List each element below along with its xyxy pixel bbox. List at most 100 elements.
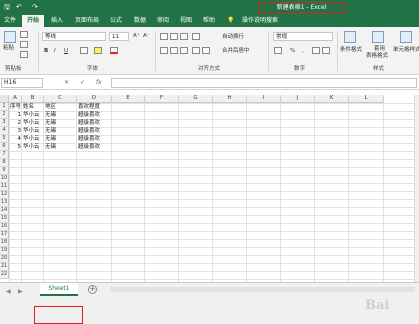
align-bottom-icon[interactable] — [180, 33, 188, 40]
sheet-tab-sheet1[interactable]: Sheet1 — [40, 283, 78, 296]
redo-icon[interactable]: ↷ — [32, 2, 38, 12]
cell-d6[interactable]: 超级喜欢 — [77, 143, 112, 151]
font-grow-icon[interactable]: A⁺ — [133, 32, 140, 40]
fill-color-icon[interactable] — [94, 47, 102, 54]
font-color-icon[interactable] — [110, 47, 118, 54]
cell-a6[interactable]: 5 — [9, 143, 22, 151]
column-header-k[interactable]: K — [315, 95, 349, 103]
cell-c3[interactable]: 无锡 — [44, 119, 77, 127]
copy-icon[interactable] — [20, 41, 28, 48]
border-icon[interactable] — [80, 47, 88, 54]
orientation-icon[interactable] — [192, 33, 200, 40]
cell-b2[interactable]: 华小云 — [22, 111, 44, 119]
cell-d2[interactable]: 超级喜欢 — [77, 111, 112, 119]
row-header-17[interactable]: 17 — [0, 231, 9, 239]
tab-page-layout[interactable]: 页面布局 — [70, 15, 104, 27]
cell-d4[interactable]: 超级喜欢 — [77, 127, 112, 135]
conditional-format-button[interactable]: 条件格式 — [340, 46, 362, 54]
horizontal-scrollbar[interactable] — [110, 287, 415, 292]
row-header-6[interactable]: 6 — [0, 143, 9, 151]
format-as-table-button-line2[interactable]: 表格格式 — [366, 52, 388, 60]
vertical-scrollbar[interactable] — [414, 95, 419, 282]
tab-home[interactable]: 开始 — [22, 15, 44, 27]
row-header-13[interactable]: 13 — [0, 199, 9, 207]
row-header-19[interactable]: 19 — [0, 247, 9, 255]
paste-icon[interactable] — [4, 31, 16, 43]
tab-insert[interactable]: 插入 — [47, 15, 67, 27]
column-header-g[interactable]: G — [179, 95, 213, 103]
next-sheet-icon[interactable]: ▶ — [18, 288, 23, 295]
cell-a4[interactable]: 3 — [9, 127, 22, 135]
column-header-d[interactable]: D — [77, 95, 112, 103]
wrap-text-button[interactable]: 自动换行 — [222, 33, 244, 41]
comma-button[interactable]: , — [302, 47, 304, 55]
format-as-table-icon[interactable] — [372, 31, 384, 43]
cell-a5[interactable]: 4 — [9, 135, 22, 143]
row-header-1[interactable]: 1 — [0, 103, 9, 111]
tab-data[interactable]: 数据 — [130, 15, 150, 27]
cell-c4[interactable]: 无锡 — [44, 127, 77, 135]
cell-c2[interactable]: 无锡 — [44, 111, 77, 119]
confirm-icon[interactable]: ✓ — [80, 78, 85, 88]
tell-me-search[interactable]: 操作说明搜索 — [238, 15, 282, 27]
align-left-icon[interactable] — [160, 47, 168, 54]
font-shrink-icon[interactable]: A⁻ — [143, 32, 150, 40]
font-name-select[interactable]: 等线 — [42, 32, 106, 41]
cell-b1[interactable]: 姓名 — [22, 103, 44, 111]
row-header-3[interactable]: 3 — [0, 119, 9, 127]
cell-styles-icon[interactable] — [400, 31, 412, 43]
tab-view[interactable]: 视图 — [176, 15, 196, 27]
row-header-8[interactable]: 8 — [0, 159, 9, 167]
row-header-21[interactable]: 21 — [0, 263, 9, 271]
underline-button[interactable]: U — [64, 47, 68, 55]
cell-b6[interactable]: 华小云 — [22, 143, 44, 151]
undo-icon[interactable]: ↶ — [16, 2, 22, 12]
row-header-7[interactable]: 7 — [0, 151, 9, 159]
row-header-11[interactable]: 11 — [0, 183, 9, 191]
row-header-20[interactable]: 20 — [0, 255, 9, 263]
cell-c5[interactable]: 无锡 — [44, 135, 77, 143]
cell-b3[interactable]: 华小云 — [22, 119, 44, 127]
cell-d3[interactable]: 超级喜欢 — [77, 119, 112, 127]
column-header-i[interactable]: I — [247, 95, 281, 103]
merge-center-button[interactable]: 合并后居中 — [222, 47, 250, 55]
row-header-16[interactable]: 16 — [0, 223, 9, 231]
percent-button[interactable]: % — [290, 47, 295, 55]
column-header-b[interactable]: B — [22, 95, 44, 103]
column-header-f[interactable]: F — [145, 95, 179, 103]
cell-d1[interactable]: 喜欢程度 — [77, 103, 112, 111]
row-header-14[interactable]: 14 — [0, 207, 9, 215]
worksheet-grid[interactable]: ABCDEFGHIJKL 1 2 3 4 5 6 7 8 9 10 11 12 13 14 15 16 17 18… — [0, 95, 414, 282]
cell-c6[interactable]: 无锡 — [44, 143, 77, 151]
column-header-c[interactable]: C — [44, 95, 77, 103]
cell-area[interactable]: 序号 姓名 地区 喜欢程度 1 华小云 无锡 超级喜欢 2 华小云 无锡 超级喜欢 3 华小云 无锡 超级喜欢… — [9, 103, 414, 282]
cell-b4[interactable]: 华小云 — [22, 127, 44, 135]
cell-c1[interactable]: 地区 — [44, 103, 77, 111]
row-header-22[interactable]: 22 — [0, 271, 9, 279]
cell-a2[interactable]: 1 — [9, 111, 22, 119]
add-sheet-button[interactable]: + — [88, 285, 97, 294]
paste-button[interactable]: 粘贴 — [3, 44, 14, 52]
name-box[interactable]: H16 — [1, 78, 43, 88]
cell-a3[interactable]: 2 — [9, 119, 22, 127]
cell-d5[interactable]: 超级喜欢 — [77, 135, 112, 143]
align-right-icon[interactable] — [180, 47, 188, 54]
align-center-icon[interactable] — [170, 47, 178, 54]
decrease-decimal-icon[interactable] — [322, 47, 330, 54]
format-painter-icon[interactable] — [20, 51, 28, 58]
function-icon[interactable]: fx — [96, 78, 102, 88]
row-header-10[interactable]: 10 — [0, 175, 9, 183]
column-header-j[interactable]: J — [281, 95, 315, 103]
tab-file[interactable]: 文件 — [1, 15, 19, 27]
prev-sheet-icon[interactable]: ◀ — [6, 288, 11, 295]
row-header-4[interactable]: 4 — [0, 127, 9, 135]
column-header-l[interactable]: L — [349, 95, 384, 103]
row-header-15[interactable]: 15 — [0, 215, 9, 223]
bold-button[interactable]: B — [44, 47, 48, 55]
tab-review[interactable]: 审阅 — [153, 15, 173, 27]
number-format-select[interactable]: 常规 — [273, 32, 333, 41]
increase-decimal-icon[interactable] — [312, 47, 320, 54]
column-header-h[interactable]: H — [213, 95, 247, 103]
row-header-12[interactable]: 12 — [0, 191, 9, 199]
decrease-indent-icon[interactable] — [192, 47, 200, 54]
